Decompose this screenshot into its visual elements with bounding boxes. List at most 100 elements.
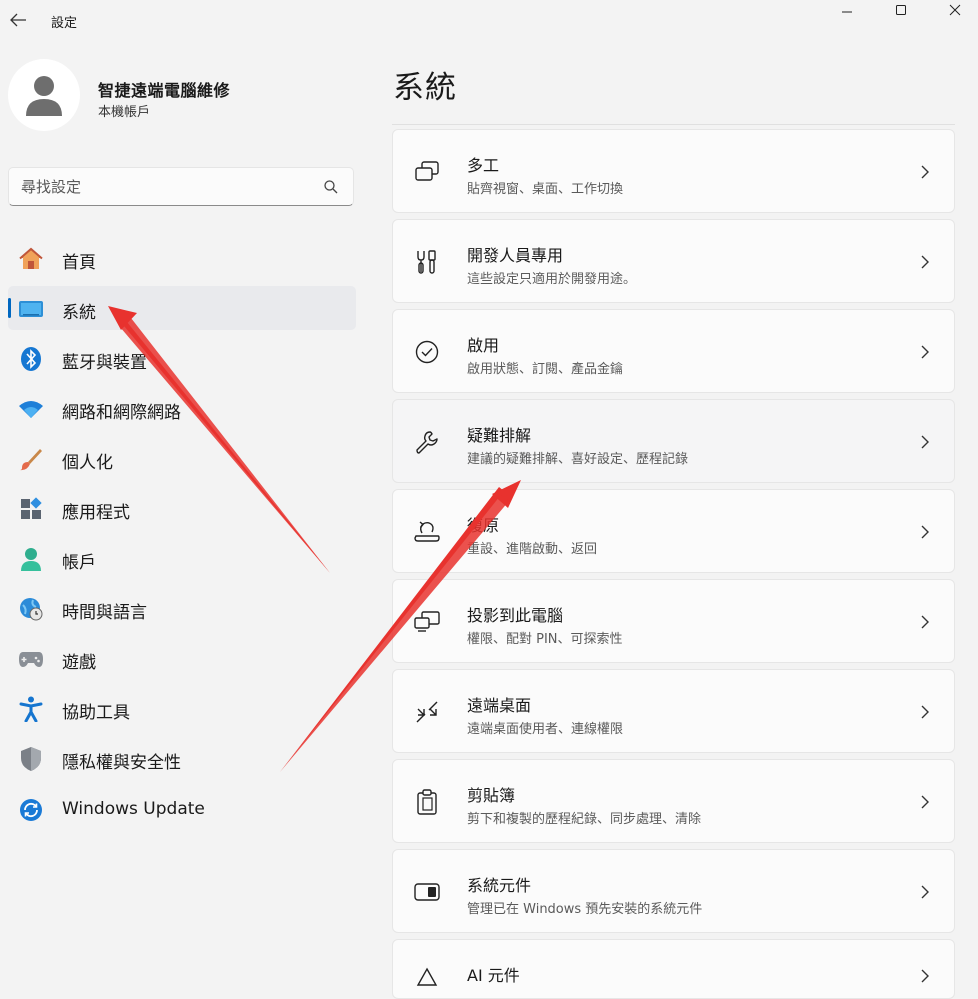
sidebar-item-gaming[interactable]: 遊戲 <box>8 636 356 680</box>
account-type: 本機帳戶 <box>98 105 151 120</box>
multitasking-icon <box>413 158 441 186</box>
windows-update-icon <box>18 797 44 823</box>
shield-icon <box>18 746 44 772</box>
search-input[interactable] <box>21 168 311 205</box>
search-icon[interactable] <box>323 179 339 195</box>
card-description: 這些設定只適用於開發用途。 <box>467 272 637 287</box>
system-components-icon <box>413 878 441 906</box>
card-description: 管理已在 Windows 預先安裝的系統元件 <box>467 902 703 917</box>
chevron-right-icon <box>921 525 929 539</box>
card-title: 啟用 <box>467 336 500 355</box>
sidebar-item-label: 網路和網際網路 <box>62 403 181 423</box>
card-title: 開發人員專用 <box>467 246 564 265</box>
gamepad-icon <box>18 646 44 672</box>
sidebar-item-label: Windows Update <box>62 799 205 819</box>
chevron-right-icon <box>921 345 929 359</box>
card-description: 建議的疑難排解、喜好設定、歷程記錄 <box>467 452 689 467</box>
arrow-left-icon <box>10 13 26 27</box>
card-title: 剪貼簿 <box>467 786 516 805</box>
maximize-button[interactable] <box>878 0 924 20</box>
home-icon <box>18 246 44 272</box>
card-ai-components[interactable]: AI 元件 <box>392 939 955 999</box>
sidebar-item-apps[interactable]: 應用程式 <box>8 486 356 530</box>
back-button[interactable] <box>6 8 30 32</box>
activation-check-icon <box>413 338 441 366</box>
sidebar-item-network[interactable]: 網路和網際網路 <box>8 386 356 430</box>
chevron-right-icon <box>921 165 929 179</box>
sidebar-item-label: 應用程式 <box>62 503 130 523</box>
card-troubleshoot[interactable]: 疑難排解 建議的疑難排解、喜好設定、歷程記錄 <box>392 399 955 483</box>
chevron-right-icon <box>921 885 929 899</box>
chevron-right-icon <box>921 255 929 269</box>
card-for-developers[interactable]: 開發人員專用 這些設定只適用於開發用途。 <box>392 219 955 303</box>
chevron-right-icon <box>921 615 929 629</box>
developer-tools-icon <box>413 248 441 276</box>
avatar[interactable] <box>8 59 80 131</box>
card-title: 系統元件 <box>467 876 532 895</box>
sidebar-item-label: 協助工具 <box>62 703 130 723</box>
sidebar-item-label: 隱私權與安全性 <box>62 753 181 773</box>
sidebar-item-home[interactable]: 首頁 <box>8 236 356 280</box>
card-description: 剪下和複製的歷程紀錄、同步處理、清除 <box>467 812 702 827</box>
card-title: 復原 <box>467 516 500 535</box>
card-clipboard[interactable]: 剪貼簿 剪下和複製的歷程紀錄、同步處理、清除 <box>392 759 955 843</box>
wifi-icon <box>18 396 44 422</box>
sidebar-item-label: 藍牙與裝置 <box>62 353 147 373</box>
card-title: 遠端桌面 <box>467 696 532 715</box>
title-bar: 設定 <box>0 0 978 42</box>
card-description: 權限、配對 PIN、可探索性 <box>467 632 623 647</box>
minimize-button[interactable] <box>824 0 870 20</box>
card-title: 疑難排解 <box>467 426 532 445</box>
project-screen-icon <box>413 608 441 636</box>
card-title: 投影到此電腦 <box>467 606 564 625</box>
clipboard-icon <box>413 788 441 816</box>
account-name: 智捷遠端電腦維修 <box>98 81 231 100</box>
sidebar-item-accessibility[interactable]: 協助工具 <box>8 686 356 730</box>
card-system-components[interactable]: 系統元件 管理已在 Windows 預先安裝的系統元件 <box>392 849 955 933</box>
card-multitasking[interactable]: 多工 貼齊視窗、桌面、工作切換 <box>392 129 955 213</box>
chevron-right-icon <box>921 705 929 719</box>
chevron-right-icon <box>921 435 929 449</box>
close-button[interactable] <box>932 0 978 20</box>
close-icon <box>949 4 961 16</box>
app-title: 設定 <box>51 16 78 31</box>
sidebar-item-label: 系統 <box>62 303 96 323</box>
card-recovery[interactable]: 復原 重設、進階啟動、返回 <box>392 489 955 573</box>
sidebar-item-label: 個人化 <box>62 453 113 473</box>
card-title: 多工 <box>467 156 500 175</box>
card-description: 貼齊視窗、桌面、工作切換 <box>467 182 624 197</box>
sidebar-item-windows-update[interactable]: Windows Update <box>8 787 356 831</box>
sidebar-item-label: 帳戶 <box>62 553 96 573</box>
card-remote-desktop[interactable]: 遠端桌面 遠端桌面使用者、連線權限 <box>392 669 955 753</box>
person-avatar-icon <box>26 76 62 116</box>
sidebar-item-accounts[interactable]: 帳戶 <box>8 536 356 580</box>
card-description: 重設、進階啟動、返回 <box>467 542 598 557</box>
sidebar-item-system[interactable]: 系統 <box>8 286 356 330</box>
card-activation[interactable]: 啟用 啟用狀態、訂閱、產品金鑰 <box>392 309 955 393</box>
sidebar-item-personalization[interactable]: 個人化 <box>8 436 356 480</box>
chevron-right-icon <box>921 969 929 983</box>
bluetooth-icon <box>18 346 44 372</box>
ai-components-icon <box>413 964 441 992</box>
page-title: 系統 <box>393 70 457 106</box>
divider <box>392 124 955 125</box>
search-box[interactable] <box>8 167 354 206</box>
selection-indicator <box>8 298 11 318</box>
sidebar-item-privacy-security[interactable]: 隱私權與安全性 <box>8 736 356 780</box>
apps-icon <box>18 496 44 522</box>
minimize-icon <box>842 11 852 13</box>
card-description: 遠端桌面使用者、連線權限 <box>467 722 624 737</box>
sidebar-item-label: 遊戲 <box>62 653 96 673</box>
sidebar-item-label: 時間與語言 <box>62 603 147 623</box>
globe-clock-icon <box>18 596 44 622</box>
card-project-to-this-pc[interactable]: 投影到此電腦 權限、配對 PIN、可探索性 <box>392 579 955 663</box>
maximize-icon <box>896 5 906 15</box>
card-description: 啟用狀態、訂閱、產品金鑰 <box>467 362 624 377</box>
system-display-icon <box>18 296 44 322</box>
sidebar-item-bluetooth[interactable]: 藍牙與裝置 <box>8 336 356 380</box>
card-title: AI 元件 <box>467 966 520 985</box>
chevron-right-icon <box>921 795 929 809</box>
accessibility-icon <box>18 696 44 722</box>
recovery-icon <box>413 518 441 546</box>
sidebar-item-time-language[interactable]: 時間與語言 <box>8 586 356 630</box>
